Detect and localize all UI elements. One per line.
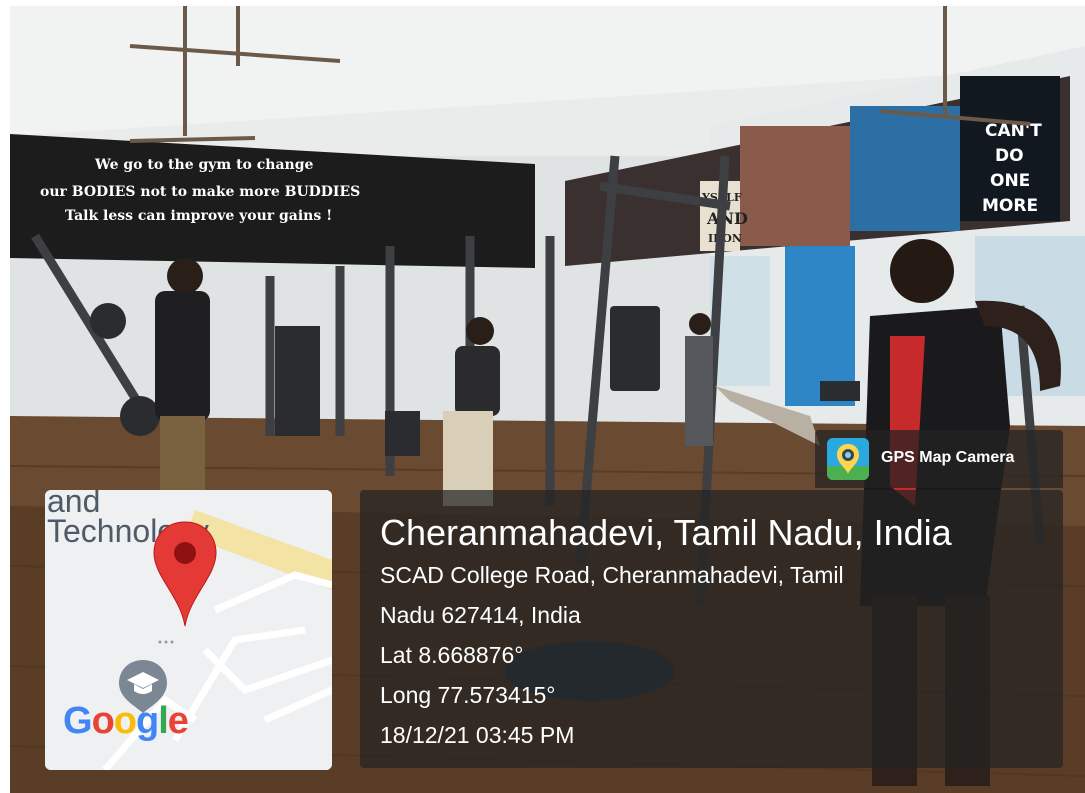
longitude-text: Long 77.573415° bbox=[380, 682, 556, 708]
address-line-1: SCAD College Road, Cheranmahadevi, Tamil bbox=[380, 562, 844, 588]
banner-line-3: Talk less can improve your gains ! bbox=[65, 208, 332, 224]
poster-more: MORE bbox=[982, 196, 1038, 216]
address-line-2: Nadu 627414, India bbox=[380, 602, 581, 628]
gps-map-camera-badge: GPS Map Camera bbox=[815, 430, 1063, 488]
poster-do: DO bbox=[995, 146, 1024, 166]
gps-camera-icon bbox=[827, 438, 869, 480]
map-pin-icon bbox=[153, 521, 217, 627]
poster-one: ONE bbox=[990, 171, 1030, 191]
poster-and: AND bbox=[706, 209, 748, 228]
datetime-text: 18/12/21 03:45 PM bbox=[380, 722, 575, 748]
app-name: GPS Map Camera bbox=[881, 449, 1015, 466]
location-stamp: Cheranmahadevi, Tamil Nadu, India SCAD C… bbox=[360, 490, 1063, 768]
location-title: Cheranmahadevi, Tamil Nadu, India bbox=[380, 512, 952, 553]
screen: We go to the gym to change our BODIES no… bbox=[0, 0, 1085, 793]
google-logo: Google bbox=[63, 700, 189, 742]
person-left bbox=[155, 258, 210, 491]
banner-line-1: We go to the gym to change bbox=[94, 157, 314, 173]
map-thumbnail[interactable]: and Technology Google bbox=[45, 490, 332, 770]
latitude-text: Lat 8.668876° bbox=[380, 642, 524, 668]
banner-line-2: our BODIES not to make more BUDDIES bbox=[40, 184, 360, 200]
